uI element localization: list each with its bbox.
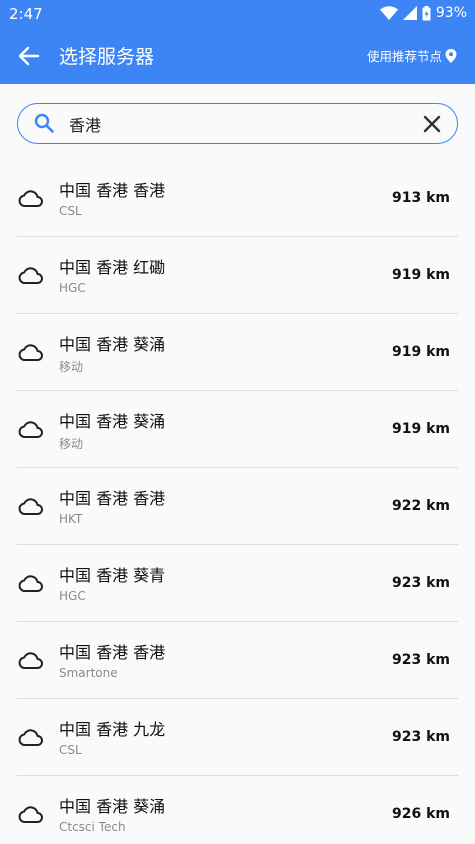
server-row[interactable]: 中国 香港 九龙 CSL 923 km — [17, 699, 458, 776]
page-title: 选择服务器 — [59, 46, 155, 68]
server-name: 中国 香港 香港 — [59, 643, 166, 662]
server-name: 中国 香港 香港 — [59, 181, 166, 200]
use-recommended-node-button[interactable]: 使用推荐节点 — [367, 46, 457, 65]
cloud-icon — [18, 190, 43, 207]
server-row[interactable]: 中国 香港 葵涌 移动 919 km — [17, 314, 458, 391]
cloud-icon — [18, 806, 43, 823]
cloud-icon — [18, 575, 43, 592]
server-isp: HKT — [59, 512, 83, 526]
server-row[interactable]: 中国 香港 葵涌 移动 919 km — [17, 391, 458, 468]
server-isp: 移动 — [59, 360, 84, 374]
server-isp: CSL — [59, 743, 82, 757]
server-name: 中国 香港 香港 — [59, 489, 166, 508]
app-bar: 选择服务器 使用推荐节点 — [0, 28, 475, 84]
server-distance: 919 km — [392, 344, 450, 360]
server-name: 中国 香港 葵涌 — [59, 797, 166, 816]
server-distance: 923 km — [392, 729, 450, 745]
server-name: 中国 香港 红磡 — [59, 258, 166, 277]
server-distance: 923 km — [392, 652, 450, 668]
server-row[interactable]: 中国 香港 葵涌 Ctcsci Tech 926 km — [17, 776, 458, 844]
server-name: 中国 香港 葵涌 — [59, 412, 166, 431]
search-icon — [34, 113, 54, 133]
server-isp: CSL — [59, 204, 82, 218]
signal-icon — [402, 6, 417, 20]
search-box — [17, 103, 458, 144]
server-isp: HGC — [59, 589, 86, 603]
battery-icon — [422, 5, 431, 20]
server-row[interactable]: 中国 香港 红磡 HGC 919 km — [17, 237, 458, 314]
server-name: 中国 香港 九龙 — [59, 720, 166, 739]
server-row[interactable]: 中国 香港 香港 Smartone 923 km — [17, 622, 458, 699]
clear-icon[interactable] — [423, 115, 441, 133]
cloud-icon — [18, 344, 43, 361]
server-distance: 919 km — [392, 267, 450, 283]
server-isp: 移动 — [59, 437, 84, 451]
status-icons: 93% — [379, 5, 467, 21]
cloud-icon — [18, 498, 43, 515]
server-name: 中国 香港 葵青 — [59, 566, 166, 585]
cloud-icon — [18, 421, 43, 438]
server-distance: 919 km — [392, 421, 450, 437]
server-isp: Smartone — [59, 666, 118, 680]
server-row[interactable]: 中国 香港 葵青 HGC 923 km — [17, 545, 458, 622]
cloud-icon — [18, 652, 43, 669]
server-isp: HGC — [59, 281, 86, 295]
cloud-icon — [18, 729, 43, 746]
server-distance: 923 km — [392, 575, 450, 591]
server-row[interactable]: 中国 香港 香港 CSL 913 km — [17, 160, 458, 237]
server-distance: 922 km — [392, 498, 450, 514]
cloud-icon — [18, 267, 43, 284]
server-list: 中国 香港 香港 CSL 913 km 中国 香港 红磡 HGC 919 km … — [17, 160, 458, 844]
location-pin-icon — [445, 48, 457, 63]
search-input[interactable] — [69, 112, 409, 136]
server-row[interactable]: 中国 香港 香港 HKT 922 km — [17, 468, 458, 545]
server-distance: 926 km — [392, 806, 450, 822]
server-name: 中国 香港 葵涌 — [59, 335, 166, 354]
back-arrow-icon[interactable] — [16, 44, 42, 68]
server-distance: 913 km — [392, 190, 450, 206]
battery-percent: 93% — [435, 5, 467, 21]
status-bar: 2:47 93% — [0, 0, 475, 28]
recommend-label: 使用推荐节点 — [366, 49, 442, 64]
status-time: 2:47 — [9, 5, 43, 23]
server-isp: Ctcsci Tech — [59, 820, 126, 834]
wifi-icon — [379, 6, 398, 20]
